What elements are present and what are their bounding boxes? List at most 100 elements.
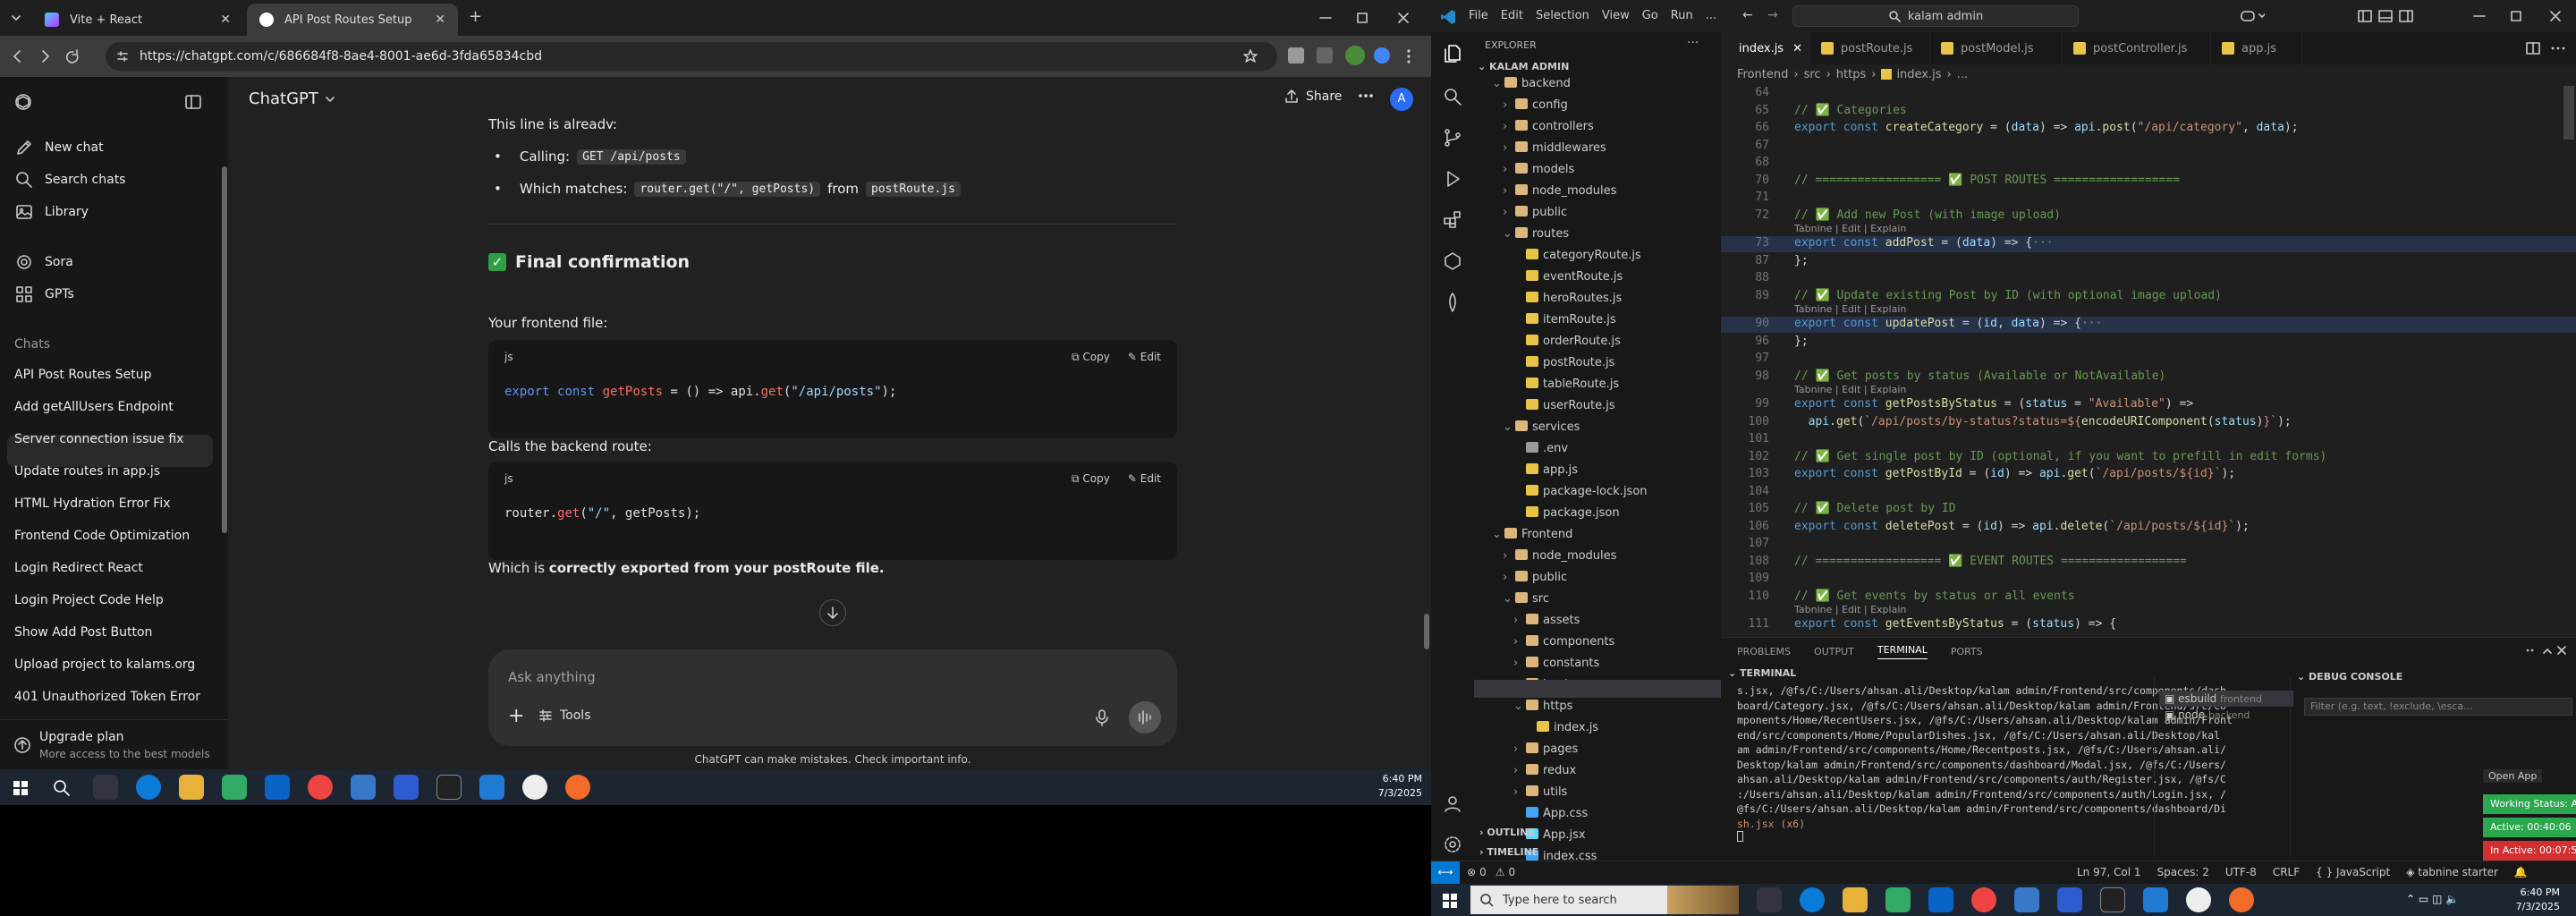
site-info-icon[interactable] (116, 50, 129, 63)
tree-folder[interactable]: ⌄ src (1503, 592, 1549, 606)
codelens-actions[interactable]: Tabnine | Edit | Explain (1794, 303, 1906, 315)
tree-folder[interactable]: ⌄ https (1513, 700, 1572, 713)
code-editor[interactable]: 64 65 // ✅ Categories 66 export const create… (1721, 84, 2576, 637)
explorer-more-icon[interactable]: ··· (1687, 36, 1699, 50)
tree-file[interactable]: package.json (1513, 506, 1620, 520)
problems-indicator[interactable]: ⊗ 0 ⚠ 0 (1467, 866, 1515, 878)
tree-file[interactable]: app.js (1513, 463, 1578, 477)
tab-index-js[interactable]: index.js ✕ (1721, 32, 1810, 64)
profile-avatar[interactable] (1374, 47, 1390, 64)
remote-indicator[interactable]: ⟷ (1431, 861, 1460, 884)
tree-folder[interactable]: › node_modules (1503, 549, 1616, 563)
nav-buttons-icon[interactable] (11, 49, 82, 64)
chrome-icon[interactable] (1971, 887, 1996, 912)
breadcrumb-item[interactable]: https (1836, 68, 1866, 81)
new-tab-button[interactable]: + (469, 7, 482, 26)
codelens-actions[interactable]: Tabnine | Edit | Explain (1794, 384, 1906, 395)
postman-icon[interactable] (565, 775, 590, 800)
tree-file[interactable]: userRoute.js (1513, 399, 1615, 412)
library-button[interactable]: Library (14, 199, 89, 225)
share-button[interactable]: Share (1284, 89, 1342, 104)
tree-file[interactable]: .env (1513, 442, 1568, 455)
edit-button[interactable]: ✎ Edit (1128, 472, 1161, 486)
terminal-icon[interactable] (436, 775, 462, 800)
source-control-icon[interactable] (1442, 127, 1463, 148)
file-explorer-icon[interactable] (179, 775, 204, 800)
search-icon[interactable] (52, 778, 72, 798)
search-icon[interactable] (1442, 86, 1463, 107)
nav-back-icon[interactable]: ← (1742, 8, 1753, 22)
panel-tab-terminal[interactable]: TERMINAL (1877, 644, 1928, 659)
debug-filter-input[interactable]: Filter (e.g. text, !exclude, \esca... (2304, 698, 2572, 716)
microphone-icon[interactable] (1095, 708, 1109, 726)
new-chat-button[interactable]: New chat (14, 135, 104, 160)
encoding[interactable]: UTF-8 (2225, 866, 2257, 878)
timeline-section[interactable]: › TIMELINE (1479, 846, 1538, 858)
system-tray-icons[interactable]: ⌃ ▭ ◫ 🔈 (2406, 893, 2459, 905)
close-tab-icon[interactable]: ✕ (220, 13, 231, 27)
app-icon[interactable] (522, 775, 547, 800)
file-explorer-icon[interactable] (1843, 887, 1868, 912)
tree-file[interactable]: categoryRoute.js (1513, 249, 1641, 262)
tree-folder[interactable]: › node_modules (1503, 184, 1616, 198)
window-controls[interactable] (1315, 11, 1413, 25)
edit-button[interactable]: ✎ Edit (1128, 351, 1161, 364)
bookmark-star-icon[interactable] (1243, 49, 1258, 64)
chat-list-item[interactable]: Show Add Post Button (14, 625, 152, 640)
mongodb-leaf-icon[interactable] (1442, 292, 1463, 313)
panel-tab-ports[interactable]: PORTS (1951, 646, 1983, 657)
windows-start-icon[interactable] (1442, 893, 1458, 909)
tree-folder[interactable]: › public (1503, 206, 1567, 219)
layout-toggle-icons[interactable] (2358, 9, 2429, 23)
tree-folder[interactable]: › models (1503, 163, 1574, 176)
browser-menu-icon[interactable] (1406, 48, 1411, 64)
tools-button[interactable]: Tools (538, 708, 591, 723)
menu-run[interactable]: Run (1671, 9, 1693, 22)
sidebar-toggle-icon[interactable] (184, 93, 202, 111)
tree-folder[interactable]: › config (1503, 98, 1568, 112)
breadcrumb-item[interactable]: src (1804, 68, 1821, 81)
tree-folder[interactable]: › redux (1513, 764, 1576, 777)
scroll-down-button[interactable] (819, 599, 846, 626)
tree-folder[interactable]: › public (1503, 571, 1567, 584)
terminal-icon[interactable] (2100, 887, 2125, 912)
tree-folder[interactable]: ⌄ services (1503, 420, 1580, 434)
chrome-icon[interactable] (308, 775, 333, 800)
gitlens-icon[interactable] (1442, 250, 1463, 272)
codelens-actions[interactable]: Tabnine | Edit | Explain (1794, 604, 1906, 615)
menu-go[interactable]: Go (1642, 9, 1658, 22)
more-options-icon[interactable] (1358, 93, 1374, 98)
tree-folder[interactable]: › utils (1513, 785, 1567, 799)
notifications-bell-icon[interactable]: 🔔 (2514, 866, 2528, 878)
browser-tab-chatgpt[interactable]: API Post Routes Setup ✕ (247, 4, 458, 36)
copy-button[interactable]: ⧉ Copy (1072, 351, 1110, 364)
panel-controls-icons[interactable] (2524, 644, 2569, 657)
chat-list-item[interactable]: Server connection issue fix (14, 432, 183, 446)
search-chats-button[interactable]: Search chats (14, 167, 125, 192)
chat-list-item[interactable]: Frontend Code Optimization (14, 529, 190, 543)
copy-button[interactable]: ⧉ Copy (1072, 472, 1110, 486)
vscode-icon[interactable] (479, 775, 504, 800)
nav-forward-icon[interactable]: → (1767, 8, 1778, 22)
menu-selection[interactable]: Selection (1536, 9, 1589, 22)
chat-scrollbar-thumb[interactable] (1424, 614, 1429, 649)
tree-file[interactable]: itemRoute.js (1513, 313, 1616, 327)
breadcrumb-item[interactable]: Frontend (1737, 68, 1788, 81)
tree-folder[interactable]: › components (1513, 635, 1614, 649)
zoom-icon[interactable] (2057, 887, 2082, 912)
account-icon[interactable] (1442, 793, 1463, 814)
command-center-search[interactable]: kalam admin (1792, 5, 2079, 27)
run-debug-icon[interactable] (1442, 168, 1463, 190)
tree-file[interactable]: eventRoute.js (1513, 270, 1623, 284)
zoom-icon[interactable] (394, 775, 419, 800)
tab-postcontroller-js[interactable]: postController.js (2063, 32, 2211, 64)
edge-icon[interactable] (136, 775, 161, 800)
chat-list-item[interactable]: API Post Routes Setup (14, 368, 151, 382)
menu-file[interactable]: File (1469, 9, 1488, 22)
openai-logo-icon[interactable] (13, 91, 34, 113)
explorer-icon[interactable] (1442, 43, 1463, 64)
profile-avatar[interactable] (1345, 46, 1365, 65)
chat-list-item[interactable]: Login Project Code Help (14, 593, 164, 607)
extension-icon[interactable] (1317, 47, 1333, 64)
attach-button[interactable]: + (508, 705, 524, 727)
